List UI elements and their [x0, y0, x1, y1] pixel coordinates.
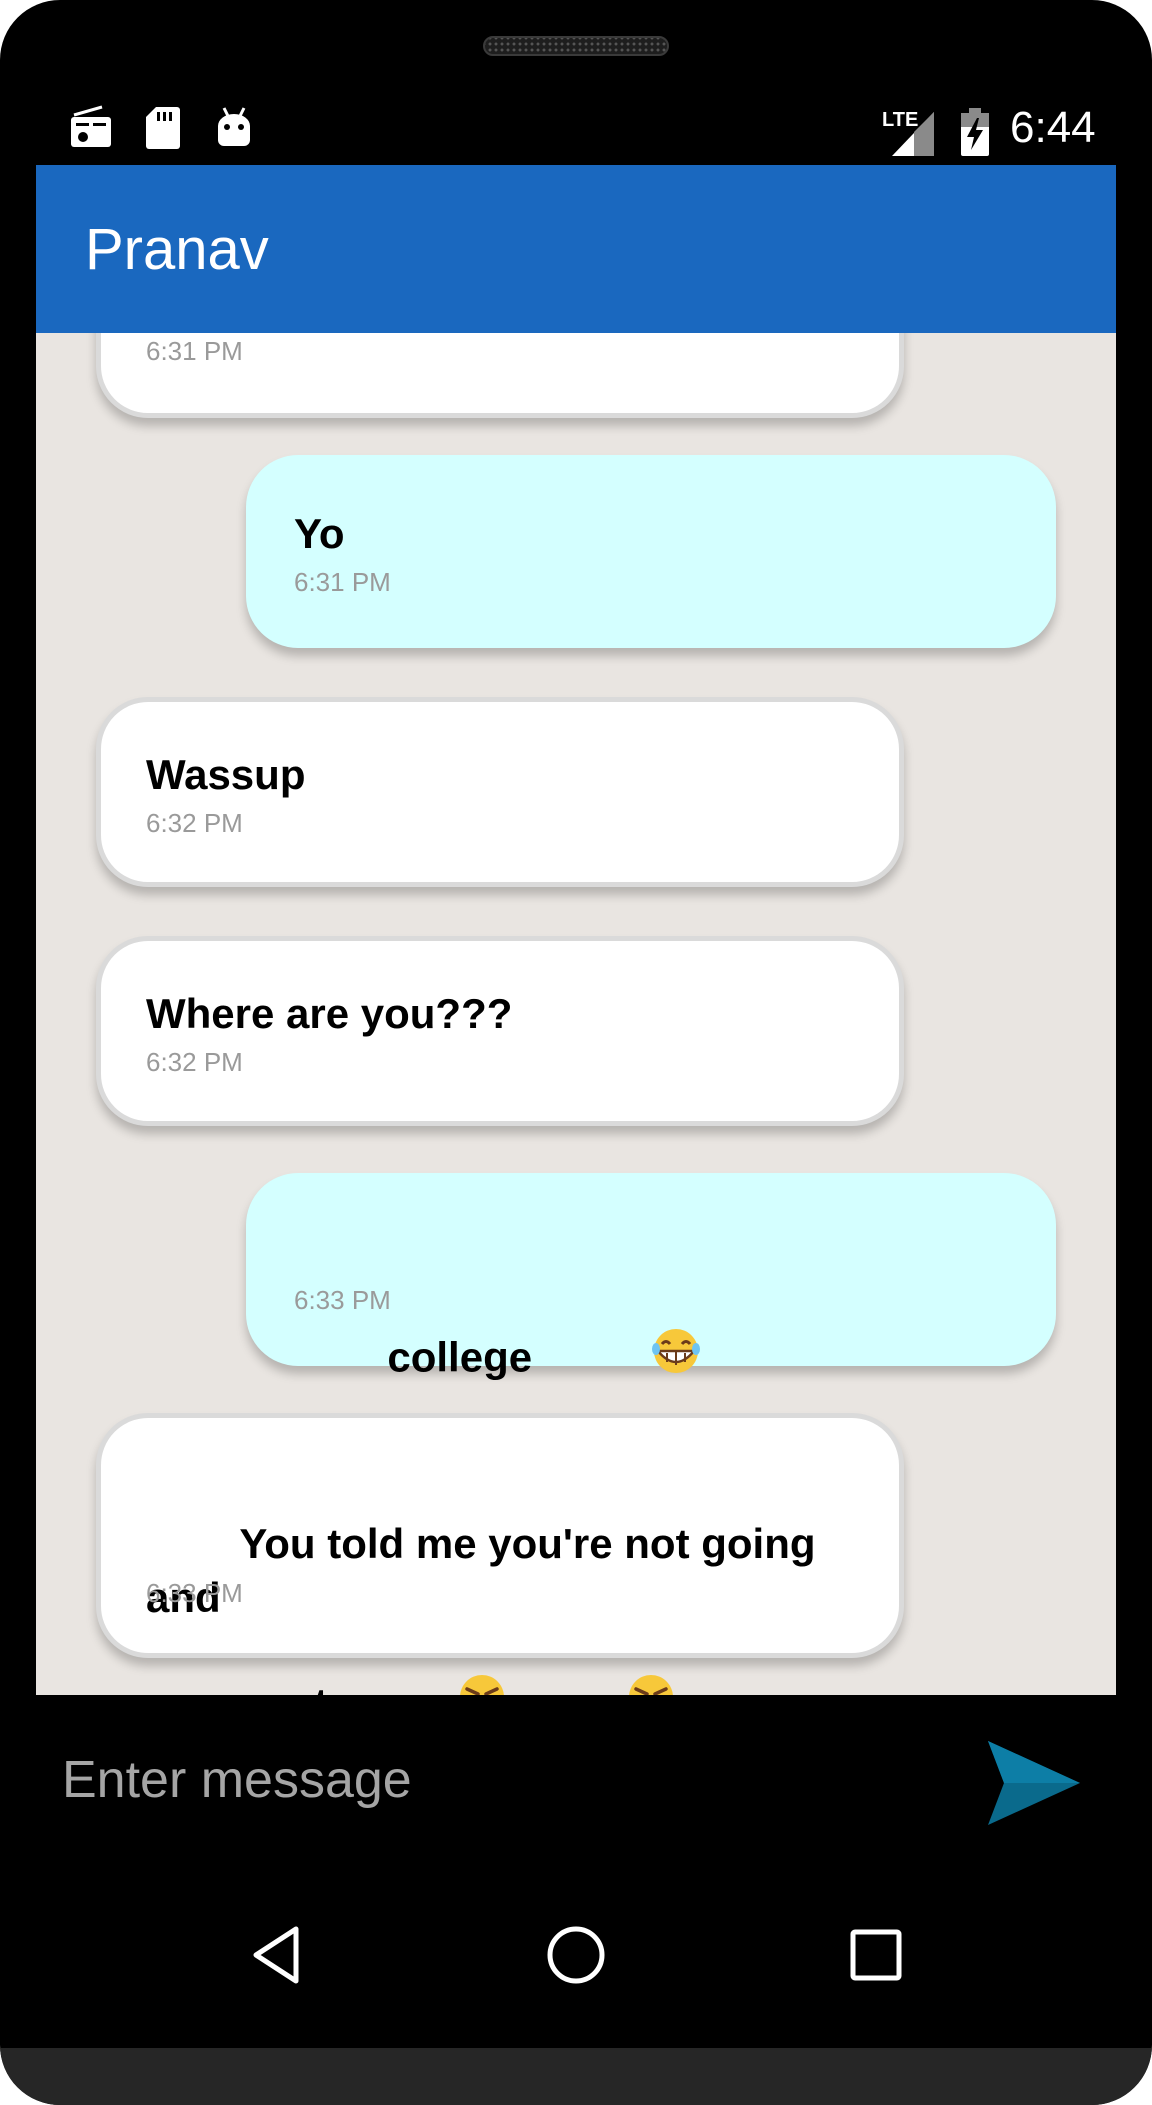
message-time: 6:32 PM: [146, 1047, 243, 1077]
radio-icon: [68, 104, 114, 150]
message-time: 6:32 PM: [146, 808, 243, 838]
back-icon: [253, 1926, 299, 1984]
conversation-title: Pranav: [85, 217, 269, 282]
message-bubble-incoming[interactable]: Wassup 6:32 PM: [96, 697, 904, 887]
lte-signal-icon: LTE: [880, 106, 940, 158]
message-bubble-incoming[interactable]: Where are you??? 6:32 PM: [96, 936, 904, 1126]
message-text-row: You told me you're not going and you wen…: [146, 1463, 899, 1695]
message-bubble-incoming[interactable]: 6:31 PM: [96, 333, 904, 418]
message-time: 6:33 PM: [146, 1578, 243, 1608]
angry-face-icon: [508, 1619, 677, 1695]
status-bar: LTE 6:44: [36, 96, 1114, 162]
home-button[interactable]: [531, 1910, 621, 2000]
send-icon: [988, 1741, 1080, 1825]
phone-frame: LTE 6:44 Pranav 6:31 PM Yo 6:31 PM Wassu…: [0, 0, 1152, 2105]
bottom-bezel: [0, 2048, 1152, 2105]
message-time: 6:31 PM: [146, 336, 243, 366]
recents-icon: [850, 1929, 902, 1981]
message-composer: [36, 1695, 1116, 1870]
message-input[interactable]: [62, 1745, 962, 1815]
back-button[interactable]: [233, 1910, 323, 2000]
message-text: Where are you???: [146, 990, 513, 1037]
message-bubble-incoming[interactable]: You told me you're not going and you wen…: [96, 1413, 904, 1695]
speaker-grille: [483, 36, 669, 56]
message-time: 6:31 PM: [294, 567, 391, 597]
app-bar: Pranav: [36, 165, 1116, 333]
svg-text:LTE: LTE: [882, 109, 918, 131]
recents-button[interactable]: [831, 1910, 921, 2000]
battery-charging-icon: [958, 106, 992, 158]
send-button[interactable]: [976, 1733, 1086, 1833]
message-text: Wassup: [146, 751, 306, 798]
navigation-bar: [0, 1880, 1152, 2040]
sd-card-icon: [144, 104, 182, 150]
message-text: college: [387, 1333, 533, 1381]
home-icon: [547, 1926, 605, 1984]
status-time: 6:44: [1010, 103, 1096, 152]
message-bubble-outgoing[interactable]: Yo 6:31 PM: [246, 455, 1056, 648]
android-debug-icon: [214, 104, 254, 150]
chat-list[interactable]: 6:31 PM Yo 6:31 PM Wassup 6:32 PM Where …: [36, 333, 1116, 1695]
message-time: 6:33 PM: [294, 1285, 391, 1315]
message-bubble-outgoing[interactable]: college 6:33 PM: [246, 1173, 1056, 1381]
angry-face-icon: [340, 1619, 509, 1695]
message-text: Yo: [294, 510, 345, 557]
